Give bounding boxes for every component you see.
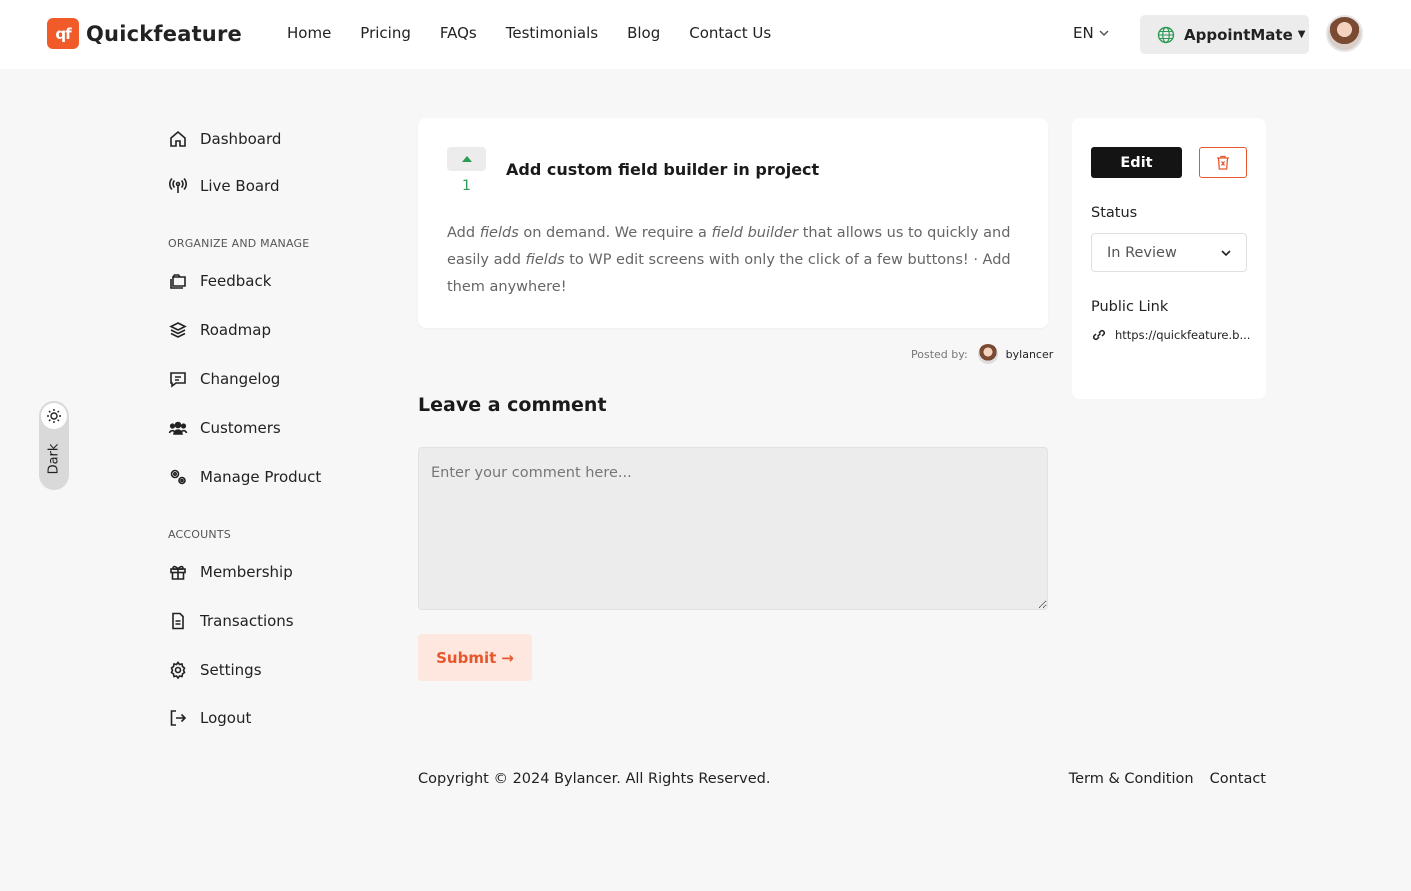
delete-button[interactable] [1199, 147, 1247, 178]
section-heading-accounts: ACCOUNTS [168, 528, 231, 541]
upvote-button[interactable] [447, 147, 486, 171]
home-icon [170, 130, 186, 147]
public-link[interactable]: https://quickfeature.b... [1091, 328, 1250, 342]
sidebar-item-transactions[interactable]: Transactions [168, 611, 294, 631]
gift-icon [170, 565, 186, 580]
post-body-text: Add [447, 225, 480, 241]
caret-up-icon [461, 155, 472, 162]
footer-links: Term & Condition Contact [1069, 771, 1266, 787]
broadcast-icon [169, 177, 187, 193]
sidebar-item-label: Changelog [200, 370, 281, 388]
main-nav: Home Pricing FAQs Testimonials Blog Cont… [287, 24, 800, 42]
post-body-text: on demand. We require a [518, 225, 712, 241]
section-heading-organize: ORGANIZE AND MANAGE [168, 237, 310, 250]
top-header: qf Quickfeature Home Pricing FAQs Testim… [0, 0, 1411, 69]
sidebar-item-label: Membership [200, 563, 293, 581]
caret-down-icon: ▼ [1297, 29, 1306, 40]
comment-input[interactable] [418, 447, 1048, 610]
sidebar-item-label: Roadmap [200, 321, 271, 339]
sidebar-item-customers[interactable]: Customers [168, 418, 281, 438]
submit-label: Submit [436, 648, 497, 667]
post-actions-panel: Edit Status In Review Public Link https:… [1072, 118, 1266, 399]
post-body-emphasis: field builder [711, 225, 799, 241]
sidebar-item-feedback[interactable]: Feedback [168, 271, 271, 291]
workspace-name: AppointMate [1184, 25, 1293, 44]
nav-pricing[interactable]: Pricing [360, 24, 411, 42]
arrow-right-icon: → [501, 648, 514, 667]
sidebar-item-changelog[interactable]: Changelog [168, 369, 280, 389]
footer-link-terms[interactable]: Term & Condition [1069, 771, 1194, 787]
public-link-url: https://quickfeature.b... [1115, 328, 1251, 342]
language-selector[interactable]: EN [1073, 24, 1110, 42]
sidebar-item-label: Customers [200, 419, 281, 437]
sun-icon [41, 403, 67, 429]
posted-by: Posted by: bylancer [911, 344, 1053, 364]
author-name[interactable]: bylancer [1006, 348, 1054, 361]
nav-contact-us[interactable]: Contact Us [689, 24, 771, 42]
sidebar-item-dashboard[interactable]: Dashboard [168, 129, 281, 149]
post-title: Add custom field builder in project [506, 160, 820, 179]
footer-link-contact[interactable]: Contact [1210, 771, 1266, 787]
sidebar-item-label: Logout [200, 709, 252, 727]
sidebar-item-label: Live Board [200, 177, 280, 195]
sidebar-item-label: Dashboard [200, 130, 282, 148]
trash-icon [1217, 155, 1229, 170]
sidebar-item-label: Manage Product [200, 468, 322, 486]
sidebar-item-label: Settings [200, 661, 262, 679]
public-link-label: Public Link [1091, 299, 1169, 315]
brand-logo[interactable]: qf Quickfeature [47, 18, 242, 49]
sidebar-item-membership[interactable]: Membership [168, 562, 293, 582]
sidebar-item-label: Feedback [200, 272, 272, 290]
status-value: In Review [1107, 244, 1177, 261]
nav-faqs[interactable]: FAQs [440, 24, 477, 42]
folders-icon [170, 274, 186, 289]
comment-heading: Leave a comment [418, 394, 607, 416]
sidebar-item-label: Transactions [200, 612, 294, 630]
user-avatar[interactable] [1326, 15, 1363, 52]
message-square-icon [170, 372, 186, 388]
language-label: EN [1073, 24, 1094, 42]
status-label: Status [1091, 205, 1138, 221]
sidebar-item-manage-product[interactable]: Manage Product [168, 467, 321, 487]
submit-comment-button[interactable]: Submit → [418, 634, 532, 681]
nav-testimonials[interactable]: Testimonials [506, 24, 598, 42]
logout-icon [170, 710, 187, 726]
feature-post-card: 1 Add custom field builder in project Ad… [418, 118, 1048, 328]
chevron-down-icon [1221, 249, 1231, 256]
document-icon [172, 612, 184, 630]
sidebar-item-live-board[interactable]: Live Board [168, 176, 279, 196]
status-select[interactable]: In Review [1091, 233, 1247, 272]
gears-icon [170, 469, 186, 485]
workspace-switcher[interactable]: AppointMate ▼ [1140, 15, 1309, 54]
sidebar-item-settings[interactable]: Settings [168, 660, 262, 680]
nav-home[interactable]: Home [287, 24, 331, 42]
sidebar-item-logout[interactable]: Logout [168, 708, 251, 728]
logo-mark: qf [47, 18, 79, 49]
edit-button[interactable]: Edit [1091, 147, 1182, 178]
layers-icon [169, 322, 187, 338]
post-body-emphasis: fields [525, 252, 565, 268]
copyright-text: Copyright © 2024 Bylancer. All Rights Re… [418, 771, 771, 787]
dark-mode-label: Dark [46, 443, 62, 475]
gear-icon [170, 661, 186, 680]
brand-name: Quickfeature [86, 21, 242, 46]
users-icon [168, 421, 188, 435]
post-body-emphasis: fields [479, 225, 519, 241]
nav-blog[interactable]: Blog [627, 24, 660, 42]
author-avatar [977, 344, 998, 364]
dark-mode-toggle[interactable]: Dark [39, 401, 69, 490]
post-body: Add fields on demand. We require a field… [447, 220, 1022, 301]
link-icon [1092, 329, 1106, 341]
sidebar-item-roadmap[interactable]: Roadmap [168, 320, 271, 340]
globe-icon [1157, 26, 1175, 43]
vote-count: 1 [462, 178, 471, 194]
posted-by-label: Posted by: [911, 347, 968, 361]
chevron-down-icon [1099, 30, 1109, 37]
